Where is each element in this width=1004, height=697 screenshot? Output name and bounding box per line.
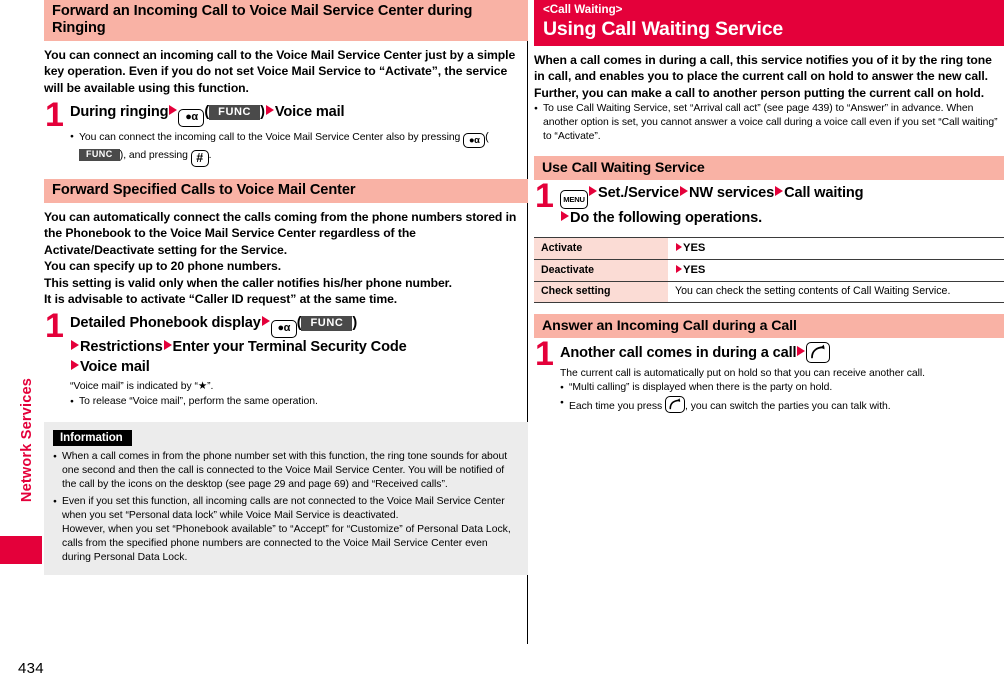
- func-key-label: FUNC: [301, 316, 353, 332]
- table-cell-key: Check setting: [534, 281, 668, 303]
- arrow-icon: [676, 243, 682, 252]
- table-cell-value: YES: [668, 259, 1004, 283]
- step-bullet: To release “Voice mail”, perform the sam…: [70, 395, 528, 409]
- arrow-icon: [71, 340, 79, 351]
- paren-close: ): [260, 104, 265, 121]
- paren-close: ): [352, 315, 358, 332]
- section2-lead-paragraph: You can automatically connect the calls …: [44, 209, 517, 307]
- step-number: 1: [45, 96, 64, 135]
- table-value-text: YES: [683, 264, 706, 277]
- step-title-text: During ringing: [70, 104, 169, 121]
- section-heading-forward-incoming-call: Forward an Incoming Call to Voice Mail S…: [44, 0, 528, 41]
- step-title-line1: Detailed Phonebook display: [70, 315, 261, 332]
- arrow-icon: [265, 105, 274, 116]
- section1-step-1: 1 During ringing●α(FUNC)Voice mail You c…: [44, 98, 528, 168]
- step-note: “Voice mail” is indicated by “★”.: [70, 381, 214, 393]
- i-alpha-key-icon: ●α: [463, 133, 486, 149]
- section-heading-forward-specified-calls: Forward Specified Calls to Voice Mail Ce…: [44, 179, 528, 203]
- arrow-icon: [261, 316, 270, 327]
- information-bullet: Even if you set this function, all incom…: [53, 495, 519, 523]
- page-number: 434: [18, 660, 44, 677]
- answer-incoming-step-1: 1 Another call comes in during a call Th…: [534, 337, 1004, 414]
- step-title-text: Another call comes in during a call: [560, 345, 797, 362]
- step-title: Detailed Phonebook display ●α(FUNC) Restr…: [70, 314, 528, 377]
- arrow-icon: [797, 346, 806, 357]
- arrow-icon: [169, 105, 178, 116]
- bullet-text-after: , you can switch the parties you can tal…: [685, 401, 891, 413]
- step-number: 1: [45, 307, 64, 346]
- section1-lead-paragraph: You can connect an incoming call to the …: [44, 47, 516, 95]
- step-title-part2: NW services: [688, 185, 775, 202]
- information-bullet: When a call comes in from the phone numb…: [53, 450, 519, 491]
- step-title-line2: Do the following operations.: [570, 210, 762, 227]
- step-number: 1: [535, 177, 554, 216]
- table-cell-value: YES: [668, 237, 1004, 261]
- chapter-title: Using Call Waiting Service: [543, 18, 784, 41]
- step-title: Another call comes in during a call: [560, 342, 1004, 364]
- table-cell-value: You can check the setting contents of Ca…: [668, 281, 1004, 303]
- arrow-icon: [589, 186, 597, 197]
- use-call-waiting-step-1: 1 MENU Set./Service NW services Call waitin…: [534, 179, 1004, 228]
- menu-key-icon: MENU: [560, 190, 588, 210]
- arrow-icon: [561, 211, 569, 222]
- step-title-text-2: Voice mail: [274, 104, 345, 121]
- table-row: Activate YES: [534, 237, 1004, 261]
- table-row: Deactivate YES: [534, 259, 1004, 283]
- func-key-label: FUNC: [79, 149, 120, 161]
- arrow-icon: [679, 186, 688, 197]
- step-title-line2b: Enter your Terminal Security Code: [172, 339, 407, 356]
- section-tab-marker: [0, 536, 42, 564]
- step-bullet: Each time you press , you can switch the…: [560, 396, 1004, 414]
- table-value-text: YES: [683, 242, 706, 255]
- right-column: <Call Waiting> Using Call Waiting Servic…: [534, 0, 1004, 414]
- step-title-part3: Call waiting: [784, 185, 864, 202]
- bullet-text-before: You can connect the incoming call to the…: [79, 132, 461, 144]
- information-continuation: However, when you set “Phonebook availab…: [62, 524, 511, 563]
- information-box: Information When a call comes in from th…: [44, 421, 528, 575]
- hash-key-icon: #: [190, 150, 209, 168]
- call-waiting-options-table: Activate YES Deactivate YES Check settin…: [534, 237, 1004, 303]
- call-key-icon: [806, 342, 831, 364]
- right-lead-paragraph: When a call comes in during a call, this…: [534, 52, 992, 100]
- step-title-part1: Set./Service: [598, 185, 679, 202]
- call-key-icon: [665, 396, 686, 414]
- section2-step-1: 1 Detailed Phonebook display ●α(FUNC) Res…: [44, 309, 528, 409]
- paren-open: (: [485, 131, 489, 144]
- arrow-icon: [163, 340, 172, 351]
- step-note: The current call is automatically put on…: [560, 367, 925, 379]
- step-bullet: “Multi calling” is displayed when there …: [560, 381, 1004, 395]
- bullet-text-before: Each time you press: [569, 401, 663, 413]
- step-title: During ringing ●α(FUNC) Voice mail: [70, 103, 528, 128]
- section-vertical-label: Network Services: [19, 377, 35, 503]
- i-alpha-key-icon: ●α: [178, 109, 205, 128]
- arrow-icon: [775, 186, 784, 197]
- bullet-text-middle: , and pressing: [123, 150, 188, 162]
- section-heading-answer-incoming-call: Answer an Incoming Call during a Call: [534, 313, 1004, 339]
- manual-page: Network Services 434 Forward an Incoming…: [0, 0, 1004, 697]
- chapter-header: <Call Waiting> Using Call Waiting Servic…: [534, 0, 1004, 46]
- step-body: “Voice mail” is indicated by “★”. To rel…: [70, 380, 528, 409]
- information-heading: Information: [53, 429, 132, 446]
- table-cell-key: Activate: [534, 237, 668, 261]
- table-row: Check setting You can check the setting …: [534, 281, 1004, 303]
- table-cell-key: Deactivate: [534, 259, 668, 283]
- func-key-label: FUNC: [209, 105, 261, 121]
- i-alpha-key-icon: ●α: [270, 320, 297, 339]
- step-bullet: You can connect the incoming call to the…: [70, 130, 528, 168]
- right-lead-bullet: To use Call Waiting Service, set “Arriva…: [534, 102, 1004, 143]
- bullet-text-after: .: [208, 150, 212, 162]
- arrow-icon: [676, 265, 682, 274]
- step-body: The current call is automatically put on…: [560, 367, 1004, 414]
- step-title: MENU Set./Service NW services Call waiting …: [560, 184, 1004, 228]
- chapter-eyebrow: <Call Waiting>: [543, 3, 623, 16]
- step-title-line2a: Restrictions: [80, 339, 163, 356]
- section-heading-use-call-waiting: Use Call Waiting Service: [534, 155, 1004, 181]
- left-column: Forward an Incoming Call to Voice Mail S…: [44, 0, 528, 575]
- arrow-icon: [71, 359, 79, 370]
- step-title-line3: Voice mail: [80, 358, 150, 375]
- step-number: 1: [535, 335, 554, 374]
- step-body: You can connect the incoming call to the…: [70, 130, 528, 168]
